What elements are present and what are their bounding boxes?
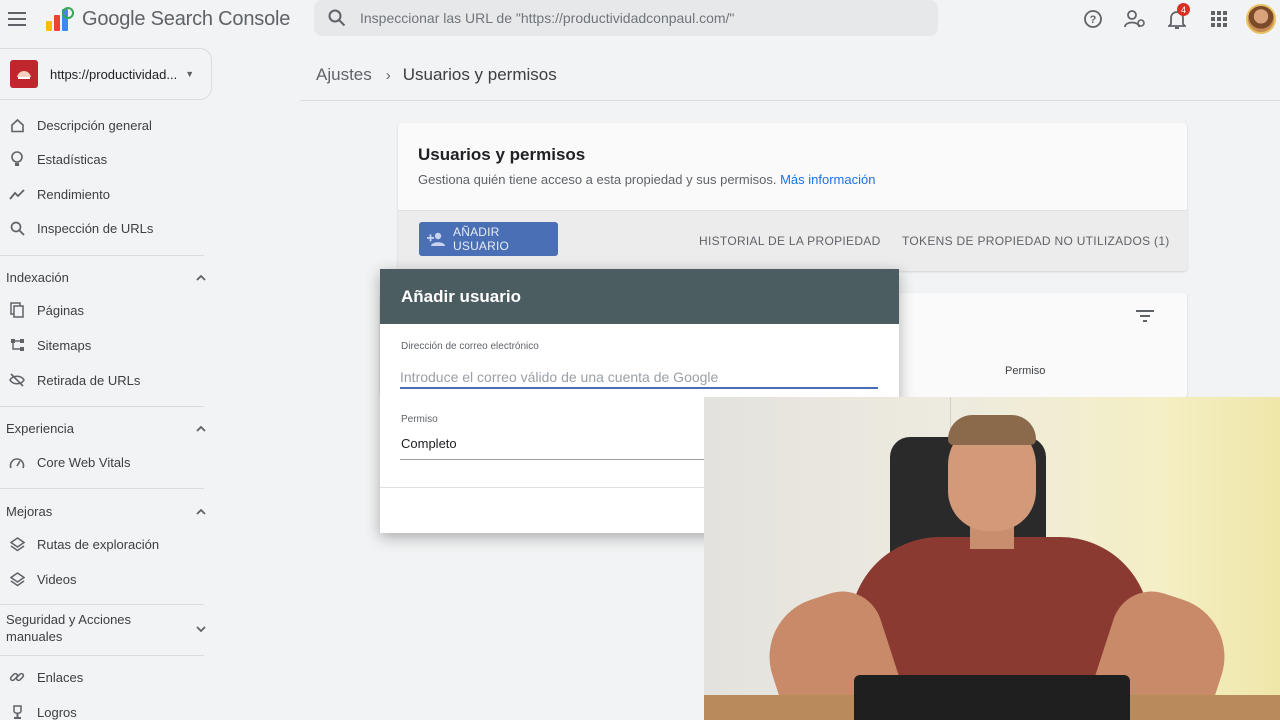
sidebar-item-videos[interactable]: Videos [0, 565, 204, 593]
sidebar-item-achievements[interactable]: Logros [0, 698, 204, 720]
sidebar-divider [0, 488, 204, 489]
section-label: Experiencia [6, 420, 74, 436]
sidebar-item-label: Páginas [37, 302, 84, 318]
sidebar-divider [0, 604, 204, 605]
breadcrumb: Ajustes › Usuarios y permisos [316, 65, 557, 85]
trophy-icon [9, 704, 25, 720]
chevron-up-icon [196, 502, 206, 520]
sidebar-item-breadcrumbs[interactable]: Rutas de exploración [0, 530, 204, 558]
home-icon [9, 117, 25, 133]
section-experience[interactable]: Experiencia [6, 419, 206, 437]
sidebar-item-label: Enlaces [37, 669, 84, 685]
sidebar-item-insights[interactable]: Estadísticas [0, 145, 204, 173]
link-icon [9, 669, 25, 685]
pages-icon [9, 302, 25, 318]
page-title: Usuarios y permisos [402, 65, 557, 84]
sidebar-divider [0, 255, 204, 256]
chevron-up-icon [196, 419, 206, 437]
dialog-header: Añadir usuario [380, 269, 899, 324]
sidebar-item-url-inspection[interactable]: Inspección de URLs [0, 214, 204, 242]
layers-icon [9, 536, 25, 552]
manage-accounts-icon[interactable] [1114, 2, 1156, 36]
add-user-button[interactable]: AÑADIR USUARIO [419, 222, 558, 256]
sidebar-item-label: Logros [37, 704, 77, 720]
bell-icon[interactable]: 4 [1156, 2, 1198, 36]
sidebar-item-label: Core Web Vitals [37, 454, 131, 470]
dialog-title: Añadir usuario [401, 286, 521, 306]
sidebar-item-pages[interactable]: Páginas [0, 296, 204, 324]
search-placeholder[interactable]: Inspeccionar las URL de "https://product… [360, 10, 734, 26]
sidebar-item-sitemaps[interactable]: Sitemaps [0, 331, 204, 359]
email-field[interactable] [400, 367, 878, 389]
property-logo [10, 60, 38, 88]
sidebar-item-label: Retirada de URLs [37, 372, 141, 388]
chevron-right-icon: › [385, 66, 391, 84]
laptop [854, 675, 1130, 720]
section-label: Indexación [6, 269, 69, 285]
sidebar-item-label: Rendimiento [37, 186, 110, 202]
search-console-logo [44, 5, 74, 33]
card-title: Usuarios y permisos [418, 145, 586, 164]
section-label: Seguridad y Acciones manuales [6, 612, 132, 644]
sidebar-divider [0, 406, 204, 407]
sidebar-item-label: Rutas de exploración [37, 536, 160, 552]
sidebar-item-label: Inspección de URLs [37, 220, 154, 236]
chevron-down-icon: ▼ [185, 69, 195, 79]
apps-grid-icon[interactable] [1198, 2, 1240, 36]
sidebar-item-label: Estadísticas [37, 151, 108, 167]
add-user-label: AÑADIR USUARIO [453, 225, 510, 253]
person-add-icon [427, 232, 447, 246]
sidebar-item-label: Sitemaps [37, 337, 92, 353]
users-permissions-card: Usuarios y permisos Gestiona quién tiene… [398, 123, 1187, 271]
search-icon [9, 220, 25, 236]
permission-label: Permiso [401, 414, 438, 425]
card-subtitle: Gestiona quién tiene acceso a esta propi… [418, 172, 875, 187]
search-bar[interactable]: Inspeccionar las URL de "https://product… [314, 0, 938, 36]
trending-icon [9, 186, 25, 202]
section-label: Mejoras [6, 503, 53, 519]
avatar[interactable] [1246, 4, 1276, 34]
sidebar-item-links[interactable]: Enlaces [0, 663, 204, 691]
chevron-down-icon [196, 619, 206, 637]
breadcrumb-parent[interactable]: Ajustes [316, 65, 372, 85]
sidebar-item-label: Descripción general [37, 117, 152, 133]
presenter-hair [948, 415, 1036, 445]
webcam-overlay [704, 397, 1280, 720]
property-selector[interactable]: https://productividad... ▼ [0, 48, 212, 100]
menu-icon[interactable] [0, 2, 34, 36]
tab-property-history[interactable]: HISTORIAL DE LA PROPIEDAD [699, 234, 881, 248]
app-title: Google Search Console [82, 7, 291, 30]
section-enhancements[interactable]: Mejoras [6, 502, 206, 520]
email-label: Dirección de correo electrónico [401, 341, 539, 352]
help-icon[interactable]: ? [1072, 2, 1114, 36]
layers-icon [9, 571, 25, 587]
sitemap-icon [9, 337, 25, 353]
header-divider [300, 100, 1280, 101]
sidebar-item-label: Videos [37, 571, 77, 587]
sidebar-item-removals[interactable]: Retirada de URLs [0, 366, 204, 394]
tab-unused-tokens[interactable]: TOKENS DE PROPIEDAD NO UTILIZADOS (1) [902, 234, 1170, 248]
filter-icon[interactable] [1136, 309, 1154, 327]
svg-text:?: ? [1090, 14, 1097, 26]
lightbulb-icon [9, 151, 25, 167]
chevron-up-icon [196, 268, 206, 286]
search-icon[interactable] [328, 9, 346, 27]
sidebar-item-overview[interactable]: Descripción general [0, 111, 204, 139]
top-bar: Google Search Console Inspeccionar las U… [0, 0, 1280, 38]
speed-icon [9, 454, 25, 470]
section-indexing[interactable]: Indexación [6, 268, 206, 286]
notification-badge: 4 [1177, 3, 1190, 16]
permission-select[interactable]: Completo [401, 436, 457, 451]
column-header-permission[interactable]: Permiso [1005, 365, 1045, 377]
property-name: https://productividad... [50, 66, 178, 82]
section-security[interactable]: Seguridad y Acciones manuales [6, 611, 206, 645]
sidebar-item-core-web-vitals[interactable]: Core Web Vitals [0, 448, 204, 476]
sidebar-item-performance[interactable]: Rendimiento [0, 180, 204, 208]
sidebar-divider [0, 655, 204, 656]
visibility-off-icon [9, 372, 25, 388]
more-info-link[interactable]: Más información [780, 172, 875, 187]
card-subtitle-text: Gestiona quién tiene acceso a esta propi… [418, 172, 777, 187]
